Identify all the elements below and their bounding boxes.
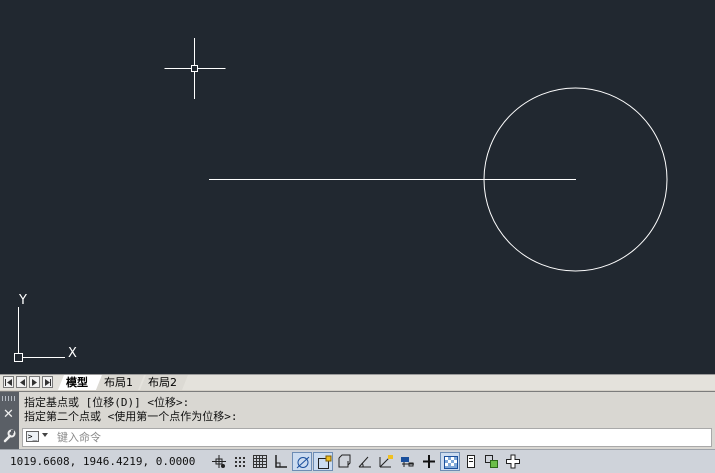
command-history-line: 指定基点或 [位移(D)] <位移>: [24,396,190,409]
wrench-icon[interactable] [2,429,16,443]
infer-constraints-icon [212,455,226,468]
infer-constraints-button[interactable] [209,452,229,471]
chevron-down-icon[interactable] [42,433,48,437]
dynamic-ucs-icon [379,455,393,468]
command-line-panel: ✕ 指定基点或 [位移(D)] <位移>: 指定第二个点或 <使用第一个点作为位… [0,391,715,449]
next-layout-button[interactable] [29,376,40,388]
dynamic-ucs-button[interactable] [376,452,396,471]
command-input-box[interactable]: >_ [22,428,712,447]
annotation-monitor-button[interactable] [503,452,523,471]
previous-arrow-icon [20,379,25,386]
dynamic-input-icon [401,457,414,467]
object-snap-icon [318,455,332,469]
layout-tab-bar: 模型 布局1 布局2 [0,374,715,390]
grid-display-button[interactable] [250,452,270,471]
ucs-y-label: Y [18,293,27,308]
previous-layout-button[interactable] [16,376,27,388]
lineweight-button[interactable] [419,452,439,471]
command-history-line: 指定第二个点或 <使用第一个点作为位移>: [24,410,238,423]
ortho-mode-button[interactable] [271,452,291,471]
tab-model[interactable]: 模型 [58,375,102,390]
dynamic-input-button[interactable] [398,452,418,471]
object-snap-tracking-button[interactable] [355,452,375,471]
selection-cycling-button[interactable] [482,452,502,471]
tab-layout2[interactable]: 布局2 [140,375,188,390]
drag-grip-icon[interactable] [2,396,16,401]
object-snap-button[interactable] [313,452,333,471]
transparency-icon [444,456,458,469]
crosshair-cursor [164,38,226,99]
snap-mode-button[interactable] [230,452,250,471]
quick-properties-icon [467,455,475,468]
object-snap-tracking-icon [358,456,371,468]
command-prompt-icon[interactable]: >_ [26,431,39,442]
polar-tracking-icon [296,456,310,469]
snap-mode-icon [235,457,245,467]
lineweight-icon [423,455,435,468]
grid-display-icon [253,455,267,468]
tab-layout1[interactable]: 布局1 [96,375,144,390]
drawing-svg[interactable]: Y X [0,0,715,374]
status-bar: 1019.6608, 1946.4219, 0.0000 [0,449,715,473]
command-input[interactable] [57,430,697,445]
quick-properties-button[interactable] [461,452,481,471]
selection-cycling-icon [485,455,498,468]
ucs-icon [14,307,65,362]
last-arrow-icon [45,379,51,386]
first-arrow-icon [5,379,12,386]
command-line-side-bar: ✕ [0,392,19,449]
ucs-x-label: X [68,346,77,361]
first-layout-button[interactable] [3,376,14,388]
polar-tracking-button[interactable] [292,452,312,471]
ortho-mode-icon [275,455,287,468]
3d-object-snap-button[interactable] [334,452,354,471]
transparency-button[interactable] [440,452,460,471]
next-arrow-icon [32,379,37,386]
close-icon[interactable]: ✕ [3,407,14,422]
drawing-canvas[interactable]: Y X [0,0,715,374]
3d-object-snap-icon [338,454,351,468]
annotation-monitor-icon [506,454,520,469]
last-layout-button[interactable] [42,376,53,388]
coordinate-readout[interactable]: 1019.6608, 1946.4219, 0.0000 [10,455,195,468]
